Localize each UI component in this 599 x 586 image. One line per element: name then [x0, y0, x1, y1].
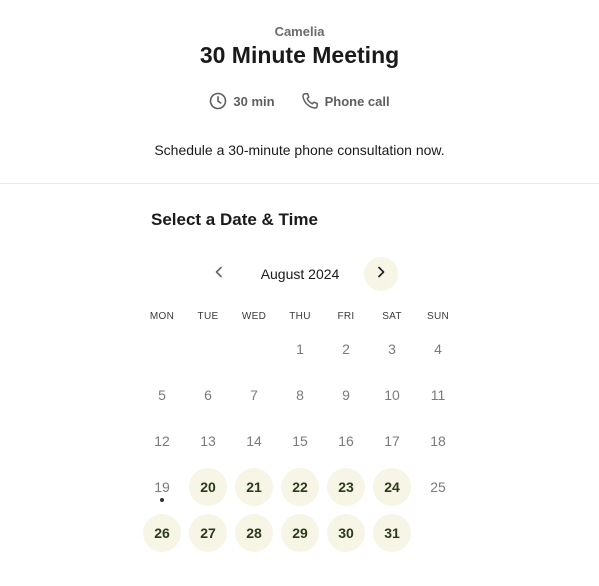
unavailable-date: 12: [143, 422, 181, 460]
available-date-button[interactable]: 29: [281, 514, 319, 552]
unavailable-date: 6: [189, 376, 227, 414]
date-number: 23: [338, 479, 354, 495]
available-date-button[interactable]: 30: [327, 514, 365, 552]
date-number: 5: [158, 387, 166, 403]
unavailable-date: 7: [235, 376, 273, 414]
weekday-header: FRI: [337, 311, 355, 322]
date-number: 14: [246, 433, 262, 449]
available-date-button[interactable]: 21: [235, 468, 273, 506]
date-number: 7: [250, 387, 258, 403]
unavailable-date: 5: [143, 376, 181, 414]
month-navigation: August 2024: [200, 257, 400, 291]
date-number: 20: [200, 479, 216, 495]
unavailable-date: 13: [189, 422, 227, 460]
available-date-button[interactable]: 20: [189, 468, 227, 506]
date-number: 24: [384, 479, 400, 495]
unavailable-date: 10: [373, 376, 411, 414]
date-number: 27: [200, 525, 216, 541]
available-date-button[interactable]: 24: [373, 468, 411, 506]
weekday-header: SUN: [426, 311, 449, 322]
unavailable-date: 14: [235, 422, 273, 460]
available-date-button[interactable]: 22: [281, 468, 319, 506]
date-number: 6: [204, 387, 212, 403]
phone-icon: [301, 92, 319, 110]
duration-info: 30 min: [209, 92, 275, 110]
date-number: 30: [338, 525, 354, 541]
unavailable-date: 25: [419, 468, 457, 506]
available-date-button[interactable]: 28: [235, 514, 273, 552]
available-date-button[interactable]: 31: [373, 514, 411, 552]
date-number: 4: [434, 341, 442, 357]
date-number: 28: [246, 525, 262, 541]
duration-label: 30 min: [233, 93, 275, 109]
date-number: 12: [154, 433, 170, 449]
chevron-left-icon: [213, 265, 225, 283]
date-number: 10: [384, 387, 400, 403]
date-number: 16: [338, 433, 354, 449]
available-date-button[interactable]: 27: [189, 514, 227, 552]
unavailable-date: 18: [419, 422, 457, 460]
unavailable-date: 2: [327, 330, 365, 368]
available-date-button[interactable]: 23: [327, 468, 365, 506]
date-number: 9: [342, 387, 350, 403]
date-number: 3: [388, 341, 396, 357]
date-number: 2: [342, 341, 350, 357]
previous-month-button[interactable]: [202, 257, 236, 291]
date-number: 15: [292, 433, 308, 449]
weekday-header: THU: [289, 311, 311, 322]
event-title: 30 Minute Meeting: [199, 42, 400, 68]
event-meta: 30 min Phone call: [0, 92, 599, 110]
host-name: Camelia: [274, 24, 325, 39]
date-number: 19: [154, 479, 170, 495]
unavailable-date: 17: [373, 422, 411, 460]
clock-icon: [209, 92, 227, 110]
date-number: 18: [430, 433, 446, 449]
event-header: Camelia 30 Minute Meeting 30 min Phone c…: [0, 0, 599, 184]
date-number: 1: [296, 341, 304, 357]
chevron-right-icon: [375, 265, 387, 283]
date-number: 29: [292, 525, 308, 541]
date-number: 11: [430, 387, 446, 403]
weekday-header: WED: [241, 311, 267, 322]
unavailable-date: 3: [373, 330, 411, 368]
date-number: 26: [154, 525, 170, 541]
weekday-header: TUE: [197, 311, 219, 322]
location-label: Phone call: [324, 93, 390, 109]
unavailable-date: 11: [419, 376, 457, 414]
date-number: 31: [384, 525, 400, 541]
available-date-button[interactable]: 26: [143, 514, 181, 552]
date-number: 13: [200, 433, 216, 449]
date-number: 8: [296, 387, 304, 403]
date-number: 17: [384, 433, 400, 449]
date-number: 21: [246, 479, 262, 495]
month-label: August 2024: [260, 266, 340, 282]
unavailable-date: 15: [281, 422, 319, 460]
weekday-header: MON: [149, 311, 175, 322]
unavailable-date: 9: [327, 376, 365, 414]
unavailable-date: 8: [281, 376, 319, 414]
weekday-header: SAT: [382, 311, 402, 322]
location-info: Phone call: [301, 92, 390, 110]
section-title: Select a Date & Time: [151, 210, 318, 229]
today-indicator: [160, 498, 164, 502]
next-month-button[interactable]: [364, 257, 398, 291]
date-number: 22: [292, 479, 308, 495]
date-number: 25: [430, 479, 446, 495]
event-description: Schedule a 30-minute phone consultation …: [154, 142, 445, 158]
unavailable-date: 19: [143, 468, 181, 506]
unavailable-date: 16: [327, 422, 365, 460]
unavailable-date: 4: [419, 330, 457, 368]
unavailable-date: 1: [281, 330, 319, 368]
